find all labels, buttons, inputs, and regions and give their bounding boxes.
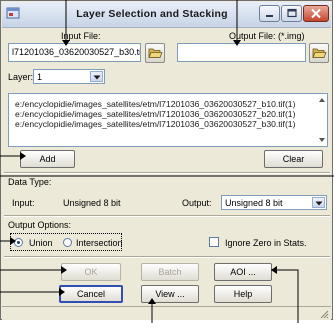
ignore-zero-label[interactable]: Ignore Zero in Stats. bbox=[225, 238, 307, 248]
input-type-value: Unsigned 8 bit bbox=[63, 198, 121, 208]
intersection-label[interactable]: Intersection bbox=[76, 238, 123, 248]
divider bbox=[4, 172, 330, 174]
chevron-down-icon bbox=[93, 75, 101, 80]
layer-stacking-dialog: Layer Selection and Stacking Input File: bbox=[0, 0, 333, 320]
aoi-button[interactable]: AOI ... bbox=[214, 263, 272, 281]
screenshot-stage: Layer Selection and Stacking Input File: bbox=[0, 0, 334, 323]
close-button[interactable] bbox=[303, 5, 329, 22]
status-bar bbox=[2, 306, 331, 320]
output-type-dropdown-arrow[interactable] bbox=[312, 197, 325, 208]
output-folder-button[interactable] bbox=[309, 43, 329, 63]
output-file-field[interactable] bbox=[177, 43, 306, 62]
intersection-radio[interactable] bbox=[63, 238, 72, 247]
add-button[interactable]: Add bbox=[20, 150, 75, 168]
batch-button[interactable]: Batch bbox=[141, 263, 199, 281]
cancel-button[interactable]: Cancel bbox=[59, 285, 123, 303]
list-item[interactable]: e:/encyclopidie/images_satellites/etm/l7… bbox=[15, 109, 295, 119]
ignore-zero-checkbox[interactable] bbox=[209, 237, 219, 247]
radio-selected-dot bbox=[17, 241, 20, 244]
scroll-up-icon[interactable] bbox=[318, 96, 326, 104]
folder-open-icon bbox=[312, 48, 327, 58]
minimize-icon bbox=[266, 15, 273, 17]
close-icon bbox=[311, 8, 321, 19]
output-file-label: Output File: (*.img) bbox=[229, 31, 305, 41]
maximize-button[interactable] bbox=[281, 5, 302, 22]
chevron-down-icon bbox=[315, 201, 323, 206]
title-bar[interactable]: Layer Selection and Stacking bbox=[2, 2, 331, 28]
layer-value: 1 bbox=[37, 72, 43, 82]
output-type-label: Output: bbox=[182, 198, 212, 208]
divider bbox=[4, 256, 330, 258]
help-button[interactable]: Help bbox=[214, 285, 272, 303]
list-item[interactable]: e:/encyclopidie/images_satellites/etm/l7… bbox=[15, 119, 295, 129]
ok-button[interactable]: OK bbox=[61, 263, 121, 281]
folder-open-icon bbox=[148, 48, 163, 58]
output-type-value: Unsigned 8 bit bbox=[225, 198, 283, 208]
layer-select[interactable]: 1 bbox=[33, 69, 105, 84]
union-radio[interactable] bbox=[14, 238, 23, 247]
clear-button[interactable]: Clear bbox=[264, 150, 323, 168]
input-type-label: Input: bbox=[12, 198, 35, 208]
maximize-icon bbox=[287, 8, 297, 18]
output-options-label: Output Options: bbox=[8, 220, 72, 230]
minimize-button[interactable] bbox=[259, 5, 280, 22]
scroll-down-icon[interactable] bbox=[318, 136, 326, 144]
resize-grip-icon[interactable] bbox=[319, 309, 329, 319]
data-type-label: Data Type: bbox=[8, 177, 52, 187]
file-list[interactable]: e:/encyclopidie/images_satellites/etm/l7… bbox=[8, 93, 328, 147]
layer-dropdown-arrow[interactable] bbox=[90, 71, 103, 82]
window-title: Layer Selection and Stacking bbox=[76, 8, 228, 20]
divider bbox=[4, 215, 330, 217]
union-label[interactable]: Union bbox=[29, 238, 53, 248]
list-item[interactable]: e:/encyclopidie/images_satellites/etm/l7… bbox=[15, 99, 295, 109]
input-folder-button[interactable] bbox=[145, 43, 165, 63]
view-button[interactable]: View ... bbox=[141, 285, 199, 303]
output-type-select[interactable]: Unsigned 8 bit bbox=[221, 195, 327, 210]
layer-label: Layer: bbox=[8, 72, 34, 82]
input-file-label: Input File: bbox=[61, 31, 101, 41]
input-file-field[interactable]: l71201036_03620030527_b30.tif bbox=[8, 43, 141, 62]
